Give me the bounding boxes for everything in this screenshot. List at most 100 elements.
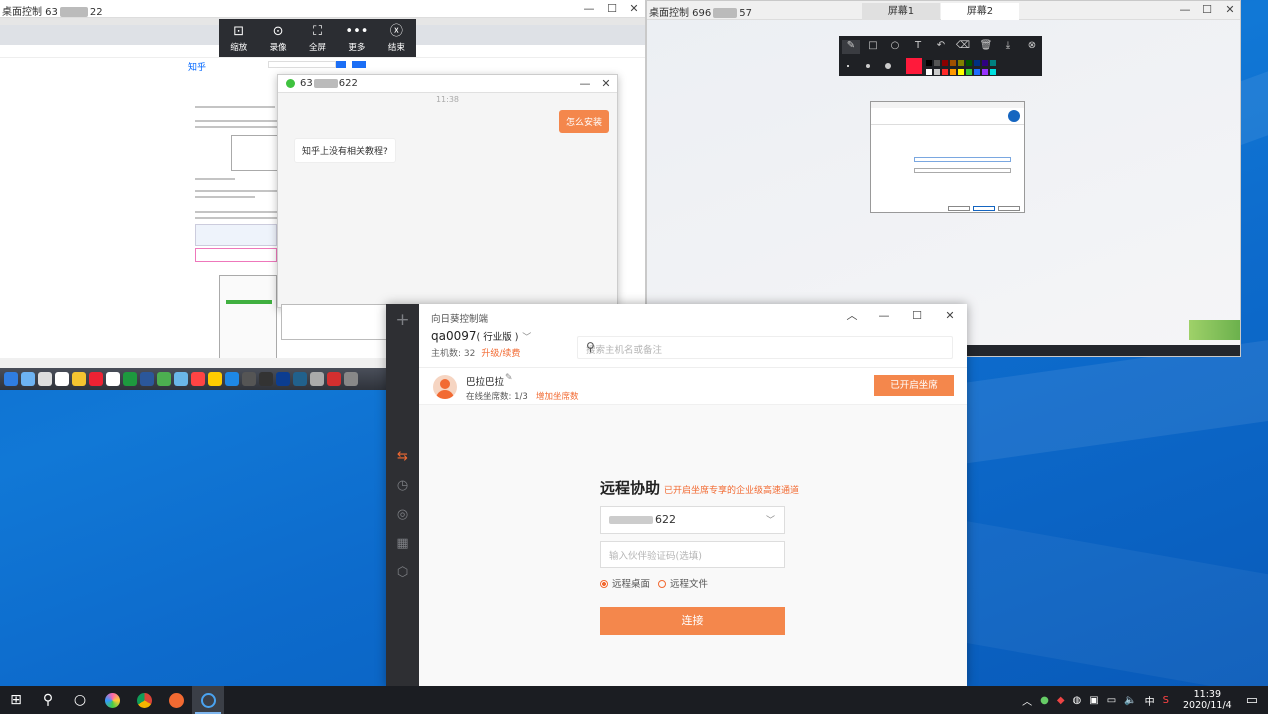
user-name: 巴拉巴拉	[466, 377, 505, 388]
assist-subtitle: 已开启坐席专享的企业级高速通道	[664, 486, 800, 496]
add-seats-link[interactable]: 增加坐席数	[536, 390, 579, 402]
maximize-button[interactable]: ☐	[906, 307, 928, 325]
chat-close-button[interactable]: ✕	[595, 75, 617, 93]
remote-window-titlebar[interactable]: 桌面控制 63 22 — ☐ ✕	[0, 0, 645, 18]
text-line	[195, 217, 277, 219]
seat-enabled-button[interactable]: 已开启坐席	[874, 375, 954, 396]
chat-input-box[interactable]	[281, 304, 387, 340]
host-select[interactable]: 622 ﹀	[600, 506, 785, 534]
brush-size-small[interactable]	[847, 65, 849, 67]
pen-icon[interactable]: ✎	[842, 40, 860, 54]
remote-window-title: 桌面控制 696 57	[649, 8, 752, 19]
tray-app-icon[interactable]: ▣	[1089, 695, 1098, 706]
notification-icon[interactable]: ▭	[1246, 693, 1258, 708]
chat-window[interactable]: 63 622 — ✕ 11:38 怎么安装 知乎上没有相关教程?	[277, 74, 618, 308]
chat-contact-name: 63 622	[300, 78, 358, 89]
masked-host-id	[609, 516, 653, 524]
delete-icon[interactable]: 🗑	[977, 40, 995, 54]
rectangle-icon[interactable]: □	[864, 40, 882, 54]
support-icon[interactable]: ◎	[394, 506, 411, 523]
ime-indicator[interactable]: 中	[1145, 693, 1155, 708]
volume-icon[interactable]: 🔈	[1124, 695, 1136, 706]
windows-taskbar: ⊞ ⚲ ○ ︿ ● ◆ ◍ ▣ ▭ 🔈 中 S 11:39 2020/11/4 ▭	[0, 686, 1268, 714]
minimize-button[interactable]: —	[873, 307, 895, 325]
close-icon[interactable]: ⊗	[1023, 40, 1041, 54]
tray-popup	[1189, 320, 1240, 340]
search-icon[interactable]: ⚲	[586, 340, 946, 354]
apps-grid-icon[interactable]: ▦	[394, 535, 411, 552]
close-button[interactable]: ✕	[939, 307, 961, 325]
radio-remote-desktop[interactable]: 远程桌面	[600, 576, 650, 590]
radio-remote-file[interactable]: 远程文件	[658, 576, 708, 590]
text-icon[interactable]: T	[909, 40, 927, 54]
desktop: 桌面控制 63 22 — ☐ ✕ 知乎 ⊡ 缩放 ⊙ 录像 ⛶ 全屏 ••• 更…	[0, 0, 1268, 714]
maximize-button[interactable]: ☐	[1196, 1, 1218, 19]
wallpaper-ray	[939, 520, 1268, 714]
taskbar-app-chrome[interactable]	[128, 686, 160, 714]
collapse-button[interactable]: ︿	[841, 307, 863, 325]
network-icon[interactable]: ▭	[1107, 695, 1116, 706]
zhihu-search-button	[336, 61, 346, 68]
toolbar-record-button[interactable]: ⊙ 录像	[258, 19, 297, 57]
maximize-button[interactable]: ☐	[601, 0, 623, 18]
account-selector[interactable]: qa0097( 行业版 ) ﹀	[431, 329, 531, 343]
remote-assist-icon[interactable]: ⇆	[394, 448, 411, 465]
verify-code-input[interactable]: 输入伙伴验证码(选填)	[600, 541, 785, 568]
tab-screen-1[interactable]: 屏幕1	[862, 3, 940, 20]
history-icon[interactable]: ◷	[394, 477, 411, 494]
chat-titlebar[interactable]: 63 622 — ✕	[278, 75, 617, 93]
app-sidebar: + ⇆ ◷ ◎ ▦ ⬡	[386, 304, 419, 687]
toolbar-end-button[interactable]: ⓧ 结束	[377, 19, 416, 57]
toolbar-more-button[interactable]: ••• 更多	[337, 19, 376, 57]
windows-start-icon[interactable]: ⊞	[0, 686, 32, 714]
sogou-icon[interactable]: S	[1163, 695, 1169, 706]
text-line	[195, 211, 277, 213]
thumbnail-box	[195, 224, 277, 246]
toolbar-fullscreen-button[interactable]: ⛶ 全屏	[298, 19, 337, 57]
shield-icon[interactable]: ◆	[1057, 695, 1065, 706]
clock[interactable]: 11:39 2020/11/4	[1183, 689, 1232, 711]
chat-message-outgoing: 怎么安装	[559, 110, 610, 133]
add-icon[interactable]: +	[394, 312, 411, 329]
app-title: 向日葵控制端	[431, 314, 489, 325]
taskbar-app-control[interactable]	[192, 686, 224, 714]
taskbar-app-photos[interactable]	[96, 686, 128, 714]
brush-size-medium[interactable]	[866, 64, 870, 68]
minimize-button[interactable]: —	[1174, 1, 1196, 19]
note-box	[195, 248, 277, 262]
remote-installer-dialog	[870, 101, 1025, 213]
avatar	[433, 375, 457, 399]
text-line	[195, 196, 255, 198]
downloads-bar	[0, 358, 386, 368]
close-button[interactable]: ✕	[623, 0, 645, 18]
undo-icon[interactable]: ↶	[932, 40, 950, 54]
eraser-icon[interactable]: ⌫	[954, 40, 972, 54]
chevron-up-icon[interactable]: ︿	[1022, 693, 1032, 708]
upgrade-link[interactable]: 升级/续费	[481, 349, 520, 359]
ellipse-icon[interactable]: ○	[886, 40, 904, 54]
tab-screen-2[interactable]: 屏幕2	[941, 3, 1019, 20]
search-icon[interactable]: ⚲	[32, 686, 64, 714]
taskbar-app-sunlogin[interactable]	[160, 686, 192, 714]
cortana-icon[interactable]: ○	[64, 686, 96, 714]
more-icon: •••	[345, 24, 369, 39]
text-line	[195, 190, 277, 192]
chat-message-incoming: 知乎上没有相关教程?	[294, 138, 396, 163]
sunlogin-control-app[interactable]: + ⇆ ◷ ◎ ▦ ⬡ 向日葵控制端 ︿ — ☐ ✕ qa0097( 行业版 )…	[386, 304, 967, 687]
brush-size-large[interactable]	[885, 63, 891, 69]
edit-icon[interactable]: ✎	[505, 373, 513, 383]
download-icon[interactable]: ⤓	[999, 40, 1017, 54]
minimize-button[interactable]: —	[578, 0, 600, 18]
close-button[interactable]: ✕	[1219, 1, 1240, 19]
current-color-swatch[interactable]	[906, 58, 922, 74]
connect-button[interactable]: 连接	[600, 607, 785, 635]
tray-app-icon[interactable]: ◍	[1073, 695, 1082, 706]
tray-app-icon[interactable]: ●	[1040, 695, 1049, 706]
remote-window-titlebar[interactable]: 桌面控制 696 57 屏幕1 屏幕2 — ☐ ✕	[647, 1, 1240, 20]
app-header: 向日葵控制端 ︿ — ☐ ✕ qa0097( 行业版 ) ﹀ 主机数: 32 升级…	[419, 304, 967, 368]
text-line	[195, 120, 280, 122]
chat-minimize-button[interactable]: —	[574, 75, 596, 93]
host-search-input[interactable]: 搜索主机名或备注 ⚲	[577, 336, 953, 359]
box-icon[interactable]: ⬡	[394, 564, 411, 581]
toolbar-scale-button[interactable]: ⊡ 缩放	[219, 19, 258, 57]
